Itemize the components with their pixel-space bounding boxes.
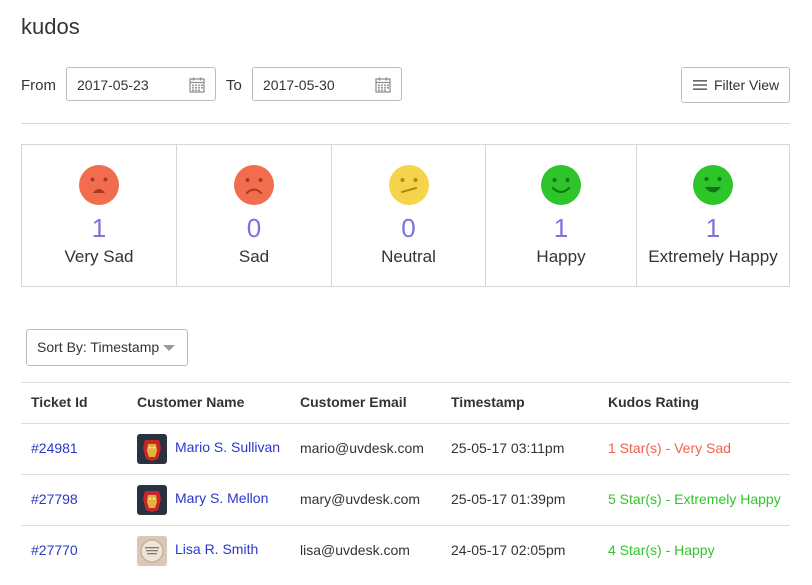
stat-label: Neutral (381, 247, 436, 266)
kudos-table: Ticket Id Customer Name Customer Email T… (21, 382, 790, 576)
column-header-ticket-id[interactable]: Ticket Id (31, 394, 88, 410)
column-header-timestamp[interactable]: Timestamp (451, 394, 525, 410)
stat-count: 0 (246, 213, 262, 243)
stat-count: 1 (705, 213, 721, 243)
extremely-happy-face-icon (693, 165, 733, 205)
kudos-rating: 1 Star(s) - Very Sad (608, 440, 731, 456)
avatar (137, 434, 167, 464)
stat-count: 0 (401, 213, 416, 243)
timestamp: 25-05-17 01:39pm (451, 491, 566, 507)
table-row: #27798 Mary S. Mellon mary@uvdesk.com 25… (21, 475, 790, 526)
from-date-value: 2017-05-23 (77, 77, 149, 93)
from-label: From (21, 77, 56, 94)
column-header-customer-name[interactable]: Customer Name (137, 394, 244, 410)
sort-dropdown[interactable]: Sort By: Timestamp (26, 329, 188, 366)
divider (21, 123, 790, 124)
stat-label: Extremely Happy (648, 247, 778, 266)
calendar-icon[interactable] (375, 77, 391, 93)
avatar (137, 536, 167, 566)
page-title: kudos (21, 14, 80, 39)
to-label: To (226, 77, 242, 94)
photo-avatar-icon (137, 536, 167, 566)
stat-very-sad: 1 Very Sad (22, 145, 177, 286)
customer-name-link[interactable]: Lisa R. Smith (175, 541, 258, 557)
filter-view-button[interactable]: Filter View (681, 67, 790, 103)
ironman-avatar-icon (137, 485, 167, 515)
happy-face-icon (541, 165, 581, 205)
caret-down-icon (163, 345, 175, 351)
customer-email: lisa@uvdesk.com (300, 542, 410, 558)
customer-name-link[interactable]: Mario S. Sullivan (175, 439, 280, 455)
table-header: Ticket Id Customer Name Customer Email T… (21, 382, 790, 424)
to-date-value: 2017-05-30 (263, 77, 335, 93)
stat-extremely-happy: 1 Extremely Happy (637, 145, 789, 286)
table-row: #24981 Mario S. Sullivan mario@uvdesk.co… (21, 424, 790, 475)
kudos-stats-panel: 1 Very Sad 0 Sad 0 Neutral 1 Happy 1 Ext… (21, 144, 790, 287)
sad-face-icon (234, 165, 274, 205)
ticket-id-link[interactable]: #27770 (31, 542, 78, 558)
column-header-customer-email[interactable]: Customer Email (300, 394, 407, 410)
very-sad-face-icon (79, 165, 119, 205)
stat-sad: 0 Sad (177, 145, 332, 286)
table-row: #27770 Lisa R. Smith lisa@uvdesk.com 24-… (21, 526, 790, 576)
avatar (137, 485, 167, 515)
menu-icon (693, 80, 707, 90)
to-date-input[interactable]: 2017-05-30 (252, 67, 402, 101)
stat-neutral: 0 Neutral (332, 145, 486, 286)
timestamp: 25-05-17 03:11pm (451, 440, 565, 456)
calendar-icon[interactable] (189, 77, 205, 93)
neutral-face-icon (388, 165, 429, 205)
stat-count: 1 (553, 213, 569, 243)
column-header-kudos-rating[interactable]: Kudos Rating (608, 394, 699, 410)
stat-label: Sad (238, 247, 270, 266)
stat-happy: 1 Happy (486, 145, 637, 286)
from-date-input[interactable]: 2017-05-23 (66, 67, 216, 101)
kudos-rating: 4 Star(s) - Happy (608, 542, 715, 558)
stat-count: 1 (91, 213, 107, 243)
kudos-rating: 5 Star(s) - Extremely Happy (608, 491, 781, 507)
customer-email: mario@uvdesk.com (300, 440, 424, 456)
stat-label: Very Sad (64, 247, 134, 266)
stat-label: Happy (536, 247, 586, 266)
ticket-id-link[interactable]: #27798 (31, 491, 78, 507)
timestamp: 24-05-17 02:05pm (451, 542, 566, 558)
ticket-id-link[interactable]: #24981 (31, 440, 78, 456)
customer-email: mary@uvdesk.com (300, 491, 421, 507)
filter-view-label: Filter View (714, 77, 780, 93)
sort-label: Sort By: Timestamp (37, 339, 160, 355)
customer-name-link[interactable]: Mary S. Mellon (175, 490, 268, 506)
ironman-avatar-icon (137, 434, 167, 464)
